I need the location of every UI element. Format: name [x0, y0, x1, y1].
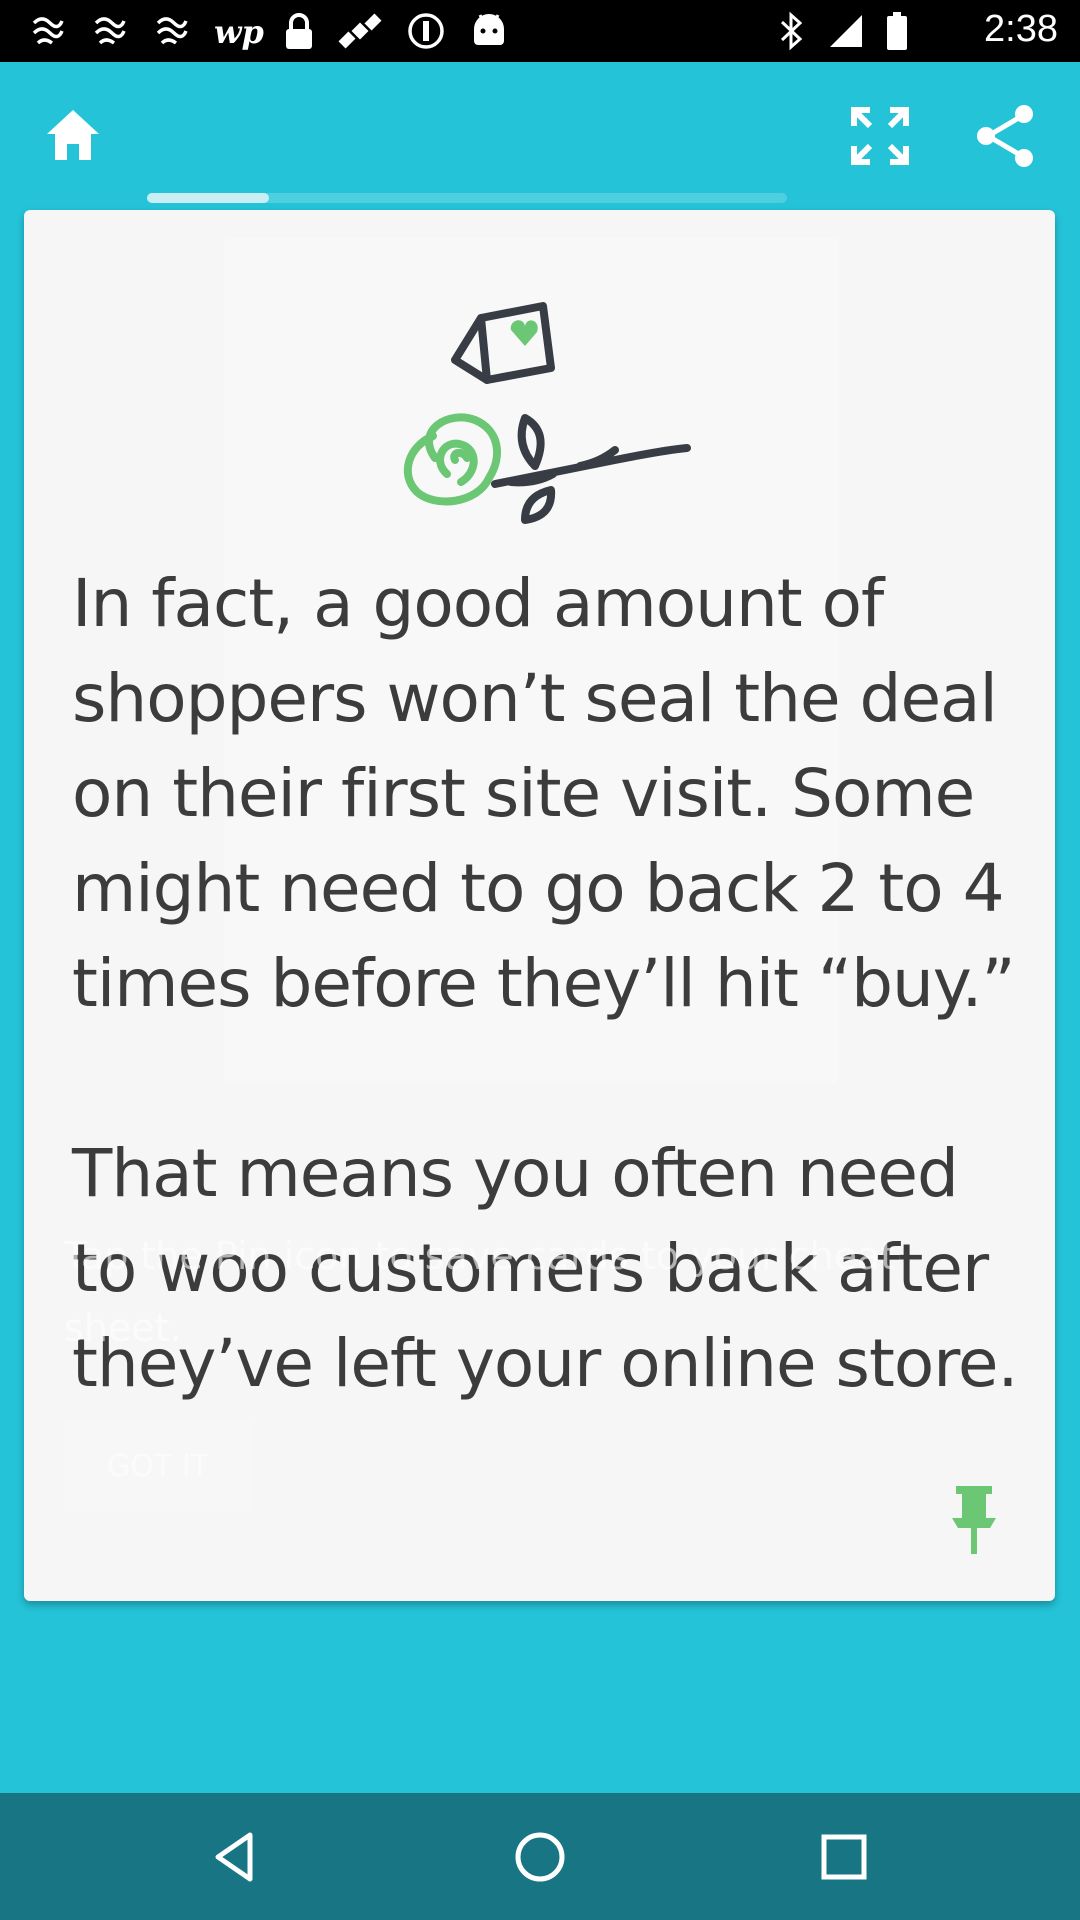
satellite-icon — [338, 13, 382, 49]
svg-text:wp: wp — [214, 13, 264, 51]
recents-icon[interactable] — [804, 1817, 884, 1897]
home-icon[interactable] — [33, 96, 113, 176]
coach-mark-tip: Tap the Pin icon to save cards to your c… — [64, 1234, 896, 1350]
lock-icon — [286, 13, 312, 49]
back-icon[interactable] — [196, 1817, 276, 1897]
progress-fill — [147, 193, 269, 203]
progress-bar — [147, 193, 787, 203]
status-bar: wp 2:38 — [0, 0, 1080, 62]
fullscreen-icon[interactable] — [840, 96, 920, 176]
toolbar — [0, 62, 1080, 212]
bluetooth-icon — [780, 11, 803, 51]
content-card: In fact, a good amount of shoppers won’t… — [24, 210, 1055, 1601]
card-paragraph: In fact, a good amount of shoppers won’t… — [72, 565, 1016, 1022]
signal-icon — [830, 15, 862, 47]
status-time: 2:38 — [984, 8, 1058, 50]
wp-icon: wp — [214, 13, 264, 51]
battery-icon — [887, 12, 907, 50]
notification-icon — [32, 17, 64, 45]
notification-icon — [94, 17, 126, 45]
info-icon — [408, 13, 444, 49]
card-and-rose-illustration — [403, 302, 691, 524]
pin-icon[interactable] — [944, 1480, 1004, 1560]
notification-icon — [156, 17, 188, 45]
home-circle-icon[interactable] — [500, 1817, 580, 1897]
android-icon — [474, 14, 504, 45]
navigation-bar — [0, 1793, 1080, 1920]
got-it-button[interactable]: GOT IT — [64, 1422, 252, 1512]
share-icon[interactable] — [966, 96, 1046, 176]
